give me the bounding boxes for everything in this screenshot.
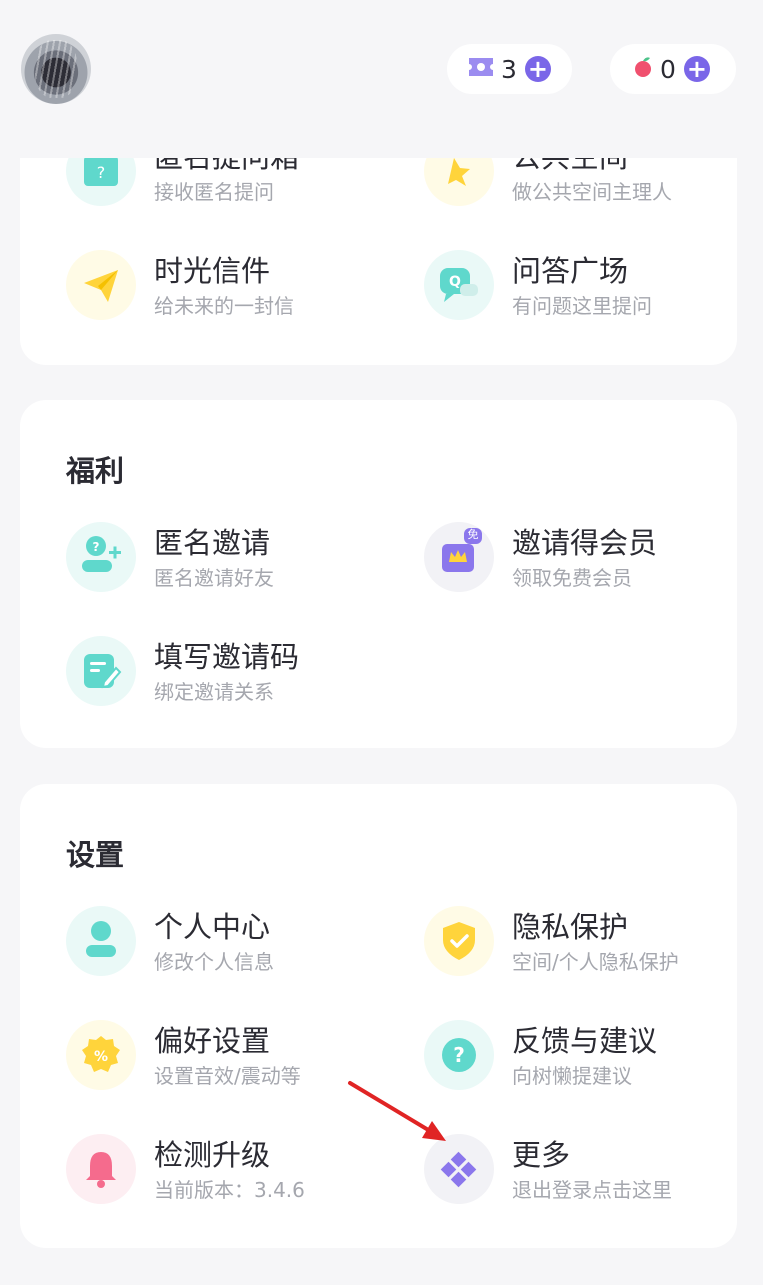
fruit-balance-pill[interactable]: 0 + bbox=[610, 44, 736, 94]
check-update-item[interactable]: 检测升级 当前版本：3.4.6 bbox=[66, 1134, 396, 1214]
item-desc: 设置音效/震动等 bbox=[154, 1064, 301, 1088]
item-desc: 给未来的一封信 bbox=[154, 294, 294, 318]
add-fruit-button[interactable]: + bbox=[683, 56, 710, 82]
fruit-icon bbox=[632, 55, 654, 83]
item-desc: 当前版本：3.4.6 bbox=[154, 1178, 305, 1202]
svg-text:?: ? bbox=[453, 1043, 465, 1067]
item-name: 问答广场 bbox=[512, 254, 629, 288]
item-name: 邀请得会员 bbox=[512, 526, 658, 560]
feedback-item[interactable]: ? 反馈与建议 向树懒提建议 bbox=[424, 1020, 754, 1100]
welfare-card: 福利 ? 匿名邀请 匿名邀请好友 免 邀请得会员 领取免费会员 填写邀请码 绑定… bbox=[20, 400, 737, 748]
settings-card: 设置 个人中心 修改个人信息 隐私保护 空间/个人隐私保护 % 偏好设置 设置音… bbox=[20, 784, 737, 1248]
item-name: 个人中心 bbox=[154, 910, 271, 944]
item-desc: 退出登录点击这里 bbox=[512, 1178, 672, 1202]
ticket-count: 3 bbox=[501, 54, 517, 84]
edit-note-icon bbox=[66, 636, 136, 706]
bell-icon bbox=[66, 1134, 136, 1204]
svg-text:?: ? bbox=[93, 540, 100, 554]
svg-text:Q: Q bbox=[449, 274, 461, 290]
more-item[interactable]: 更多 退出登录点击这里 bbox=[424, 1134, 754, 1214]
qa-square-item[interactable]: Q 问答广场 有问题这里提问 bbox=[424, 250, 754, 330]
settings-title: 设置 bbox=[66, 838, 125, 872]
more-diamonds-icon bbox=[424, 1134, 494, 1204]
preferences-item[interactable]: % 偏好设置 设置音效/震动等 bbox=[66, 1020, 396, 1100]
item-name: 偏好设置 bbox=[154, 1024, 271, 1058]
shield-icon bbox=[424, 906, 494, 976]
welfare-title: 福利 bbox=[66, 454, 125, 488]
invite-member-item[interactable]: 免 邀请得会员 领取免费会员 bbox=[424, 522, 754, 602]
item-name: 更多 bbox=[512, 1138, 571, 1172]
paper-plane-icon bbox=[66, 250, 136, 320]
svg-text:%: % bbox=[94, 1049, 108, 1065]
ticket-balance-pill[interactable]: 3 + bbox=[447, 44, 572, 94]
item-name: 检测升级 bbox=[154, 1138, 271, 1172]
item-name: 填写邀请码 bbox=[154, 640, 300, 674]
user-icon bbox=[66, 906, 136, 976]
invite-user-icon: ? bbox=[66, 522, 136, 592]
item-desc: 空间/个人隐私保护 bbox=[512, 950, 679, 974]
anonymous-invite-item[interactable]: ? 匿名邀请 匿名邀请好友 bbox=[66, 522, 396, 602]
avatar[interactable] bbox=[21, 34, 91, 104]
item-desc: 修改个人信息 bbox=[154, 950, 274, 974]
privacy-protection-item[interactable]: 隐私保护 空间/个人隐私保护 bbox=[424, 906, 754, 986]
fill-invite-code-item[interactable]: 填写邀请码 绑定邀请关系 bbox=[66, 636, 396, 716]
svg-text:?: ? bbox=[97, 163, 106, 182]
item-desc: 领取免费会员 bbox=[512, 566, 632, 590]
item-desc: 有问题这里提问 bbox=[512, 294, 652, 318]
help-icon: ? bbox=[424, 1020, 494, 1090]
item-desc: 绑定邀请关系 bbox=[154, 680, 274, 704]
item-name: 匿名邀请 bbox=[154, 526, 271, 560]
item-name: 时光信件 bbox=[154, 254, 271, 288]
ticket-icon bbox=[467, 56, 495, 82]
item-name: 隐私保护 bbox=[512, 910, 629, 944]
item-desc: 匿名邀请好友 bbox=[154, 566, 274, 590]
qa-bubble-icon: Q bbox=[424, 250, 494, 320]
crown-ticket-icon: 免 bbox=[424, 522, 494, 592]
time-letter-item[interactable]: 时光信件 给未来的一封信 bbox=[66, 250, 396, 330]
preference-badge-icon: % bbox=[66, 1020, 136, 1090]
fruit-count: 0 bbox=[660, 54, 676, 84]
free-badge-text: 免 bbox=[467, 528, 479, 541]
item-desc: 向树懒提建议 bbox=[512, 1064, 632, 1088]
item-desc: 做公共空间主理人 bbox=[512, 180, 672, 204]
personal-center-item[interactable]: 个人中心 修改个人信息 bbox=[66, 906, 396, 986]
item-name: 反馈与建议 bbox=[512, 1024, 658, 1058]
add-ticket-button[interactable]: + bbox=[524, 56, 551, 82]
top-bar: 3 + 0 + bbox=[0, 0, 763, 158]
item-desc: 接收匿名提问 bbox=[154, 180, 274, 204]
